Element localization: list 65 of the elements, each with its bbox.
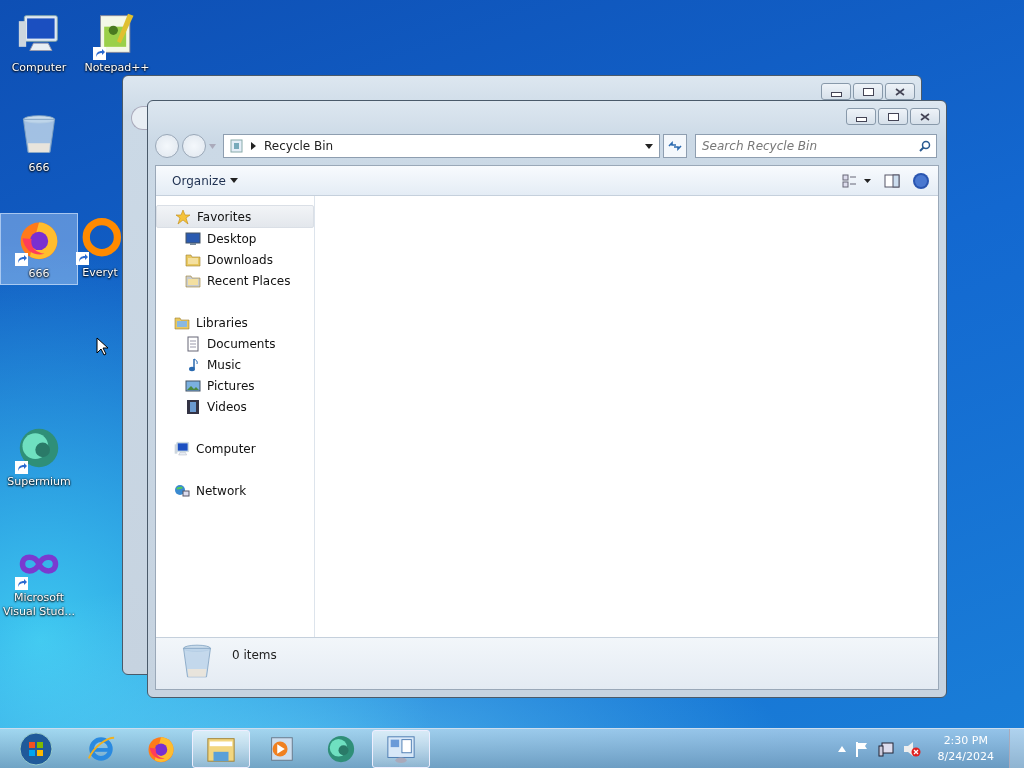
- computer-icon: [174, 440, 190, 457]
- caret-icon: [209, 143, 216, 149]
- dropdown-icon[interactable]: [645, 143, 653, 149]
- navigation-item[interactable]: Recent Places: [156, 270, 314, 291]
- navigation-item[interactable]: Documents: [156, 333, 314, 354]
- maximize-button[interactable]: [853, 83, 883, 100]
- desktop-icon[interactable]: 666: [0, 108, 78, 180]
- supermium-icon: [326, 733, 356, 764]
- navigation-item[interactable]: Computer: [156, 438, 314, 459]
- icon-label: Computer: [11, 61, 67, 75]
- close-button[interactable]: [885, 83, 915, 100]
- navigation-item[interactable]: Network: [156, 480, 314, 501]
- minimize-button[interactable]: [821, 83, 851, 100]
- flag-icon[interactable]: [854, 740, 869, 757]
- close-button[interactable]: [910, 108, 940, 125]
- organize-button[interactable]: Organize: [164, 170, 246, 191]
- network-icon[interactable]: [877, 740, 894, 757]
- control-panel-icon: [386, 733, 416, 764]
- search-icon: [919, 140, 931, 152]
- search-field[interactable]: Search Recycle Bin: [695, 134, 937, 158]
- recycle-bin-icon: [230, 139, 243, 153]
- cursor-icon: [96, 337, 108, 356]
- star-icon: [175, 208, 191, 225]
- network-icon: [174, 482, 190, 499]
- caret-icon: [229, 178, 238, 183]
- navigation-item[interactable]: Videos: [156, 396, 314, 417]
- monitor-icon: [185, 230, 201, 247]
- taskbar-button[interactable]: [192, 729, 250, 768]
- navigation-item[interactable]: Desktop: [156, 228, 314, 249]
- icon-label: 666: [28, 267, 50, 281]
- desktop-icon[interactable]: Notepad++: [78, 8, 156, 80]
- folder-icon: [174, 314, 190, 331]
- navigation-item[interactable]: Favorites: [156, 205, 314, 228]
- icon-label: Supermium: [7, 475, 71, 489]
- navigation-item[interactable]: Libraries: [156, 312, 314, 333]
- view-options-button[interactable]: [842, 173, 872, 188]
- folder-icon: [185, 251, 201, 268]
- icon-label: Notepad++: [84, 61, 150, 75]
- navigation-item[interactable]: Downloads: [156, 249, 314, 270]
- chevron-icon: [251, 142, 256, 150]
- desktop-icon[interactable]: Everyt: [78, 213, 122, 285]
- taskbar-button[interactable]: [372, 729, 430, 768]
- close-icon: [895, 87, 905, 96]
- navigation-item[interactable]: Music: [156, 354, 314, 375]
- navigation-item[interactable]: Pictures: [156, 375, 314, 396]
- film-icon: [185, 398, 201, 415]
- preview-pane-button[interactable]: [884, 173, 900, 188]
- minimize-button[interactable]: [846, 108, 876, 125]
- item-count: 0 items: [232, 648, 277, 662]
- desktop-icon[interactable]: Computer: [0, 8, 78, 80]
- close-icon: [920, 112, 930, 121]
- supermium-icon: [17, 426, 61, 470]
- address-bar[interactable]: Recycle Bin: [223, 134, 660, 158]
- picture-icon: [185, 377, 201, 394]
- folder-icon: [185, 272, 201, 289]
- speaker-muted-icon[interactable]: [902, 740, 921, 757]
- refresh-button[interactable]: [663, 134, 687, 158]
- show-hidden-icons-icon[interactable]: [837, 745, 846, 752]
- icon-label: Microsoft Visual Stud...: [1, 591, 77, 619]
- icon-label: Everyt: [82, 266, 118, 280]
- icon-label: 666: [28, 161, 50, 175]
- help-button[interactable]: [912, 171, 930, 190]
- document-icon: [185, 335, 201, 352]
- refresh-icon: [668, 140, 682, 152]
- maximize-button[interactable]: [878, 108, 908, 125]
